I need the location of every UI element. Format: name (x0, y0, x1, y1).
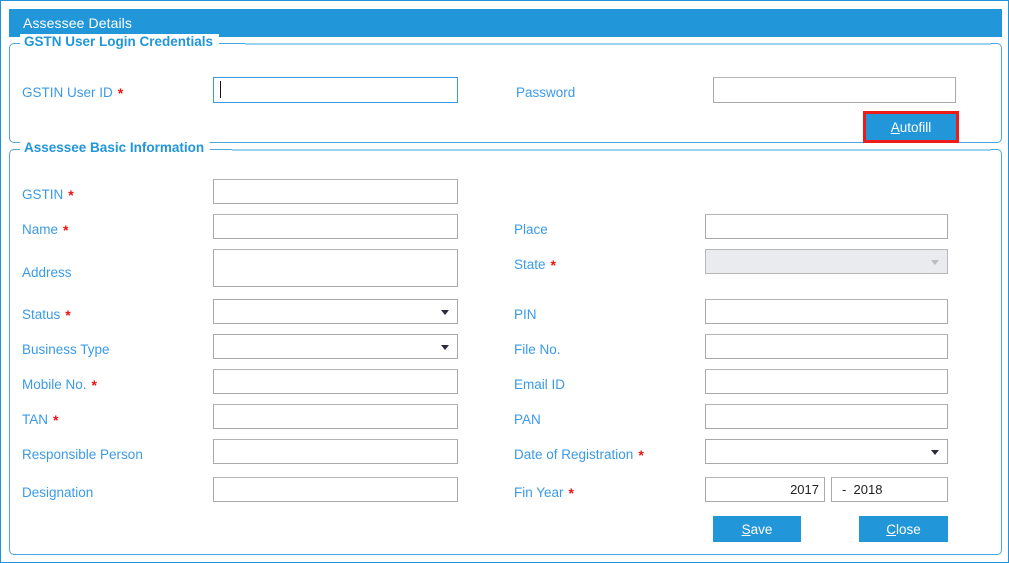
fin-year-end-input[interactable] (831, 477, 948, 502)
close-mnemonic: C (886, 521, 896, 537)
label-name: Name * (22, 222, 69, 238)
mobile-no-input[interactable] (213, 369, 458, 394)
address-textarea[interactable] (213, 249, 458, 287)
save-mnemonic: S (741, 521, 751, 537)
label-gstin: GSTIN * (22, 187, 74, 203)
label-fin-year: Fin Year * (514, 485, 574, 501)
autofill-label-rest: utofill (899, 119, 932, 135)
business-type-dropdown[interactable] (213, 334, 458, 359)
label-designation: Designation (22, 485, 94, 500)
required-asterisk: * (65, 307, 71, 323)
assessee-basic-info-legend: Assessee Basic Information (20, 140, 211, 155)
required-asterisk: * (568, 485, 574, 501)
email-id-input[interactable] (705, 369, 948, 394)
legend-divider-credentials (245, 43, 991, 45)
gstn-credentials-legend: GSTN User Login Credentials (20, 34, 220, 49)
label-pan: PAN (514, 412, 541, 427)
legend-divider-basic (232, 149, 991, 151)
required-asterisk: * (117, 85, 124, 101)
pan-input[interactable] (705, 404, 948, 429)
chevron-down-icon (441, 344, 449, 350)
label-status: Status * (22, 307, 71, 323)
chevron-down-icon (931, 259, 939, 265)
save-button[interactable]: Save (713, 516, 801, 542)
label-email-id: Email ID (514, 377, 566, 392)
assessee-details-window: Assessee Details GSTN User Login Credent… (0, 0, 1009, 563)
required-asterisk: * (68, 187, 74, 203)
label-file-no: File No. (514, 342, 561, 357)
gstin-input[interactable] (213, 179, 458, 204)
label-responsible-person: Responsible Person (22, 447, 143, 462)
label-gstin-user-id: GSTIN User ID * (22, 85, 124, 101)
password-input[interactable] (713, 77, 956, 103)
text-cursor (220, 81, 221, 98)
close-label-rest: lose (895, 521, 921, 537)
required-asterisk: * (53, 412, 59, 428)
label-address: Address (22, 265, 72, 280)
date-of-registration-dropdown[interactable] (705, 439, 948, 464)
label-tan: TAN * (22, 412, 59, 428)
required-asterisk: * (63, 222, 69, 238)
pin-input[interactable] (705, 299, 948, 324)
save-label-rest: ave (750, 521, 773, 537)
autofill-mnemonic: A (890, 119, 900, 135)
chevron-down-icon (931, 449, 939, 455)
label-place: Place (514, 222, 548, 237)
required-asterisk: * (91, 377, 97, 393)
gstin-user-id-input[interactable] (213, 77, 458, 103)
page-title: Assessee Details (23, 15, 132, 31)
state-dropdown[interactable] (705, 249, 948, 274)
name-input[interactable] (213, 214, 458, 239)
autofill-button[interactable]: Autofill (866, 114, 956, 140)
required-asterisk: * (638, 447, 644, 463)
label-pin: PIN (514, 307, 537, 322)
responsible-person-input[interactable] (213, 439, 458, 464)
designation-input[interactable] (213, 477, 458, 502)
status-dropdown[interactable] (213, 299, 458, 324)
assessee-basic-info-group: Assessee Basic Information GSTIN * Name * … (9, 140, 1002, 555)
fin-year-start-input[interactable] (705, 477, 825, 502)
label-password: Password (516, 85, 576, 100)
required-asterisk: * (550, 257, 556, 273)
label-state: State * (514, 257, 556, 273)
gstn-credentials-group: GSTN User Login Credentials GSTIN User I… (9, 34, 1002, 143)
label-mobile-no: Mobile No. * (22, 377, 97, 393)
tan-input[interactable] (213, 404, 458, 429)
label-business-type: Business Type (22, 342, 110, 357)
place-input[interactable] (705, 214, 948, 239)
close-button[interactable]: Close (859, 516, 948, 542)
chevron-down-icon (441, 309, 449, 315)
label-date-of-registration: Date of Registration * (514, 447, 644, 463)
window-title-bar: Assessee Details (9, 9, 1002, 37)
file-no-input[interactable] (705, 334, 948, 359)
